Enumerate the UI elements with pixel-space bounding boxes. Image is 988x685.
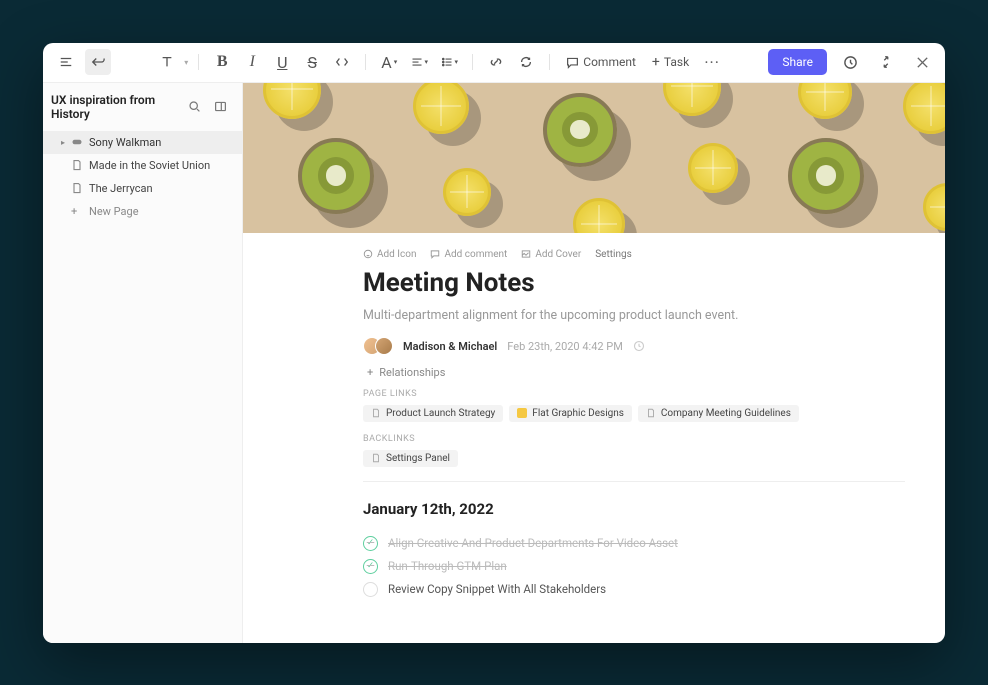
checkbox-empty-icon[interactable]	[363, 582, 378, 597]
sidebar: UX inspiration from History ▸ Sony Walkm…	[43, 83, 243, 643]
back-button[interactable]	[85, 49, 111, 75]
backlink-chip[interactable]: Settings Panel	[363, 450, 458, 467]
authors-name: Madison & Michael	[403, 340, 497, 353]
date-heading[interactable]: January 12th, 2022	[363, 500, 905, 518]
doc-icon	[371, 408, 381, 418]
sidebar-item-label: The Jerrycan	[89, 182, 153, 195]
code-button[interactable]	[329, 49, 355, 75]
refresh-button[interactable]	[513, 49, 539, 75]
panel-toggle-icon[interactable]	[210, 97, 230, 117]
more-button[interactable]: ···	[699, 49, 725, 75]
checkbox-checked-icon[interactable]: ✓	[363, 536, 378, 551]
sidebar-item-soviet[interactable]: Made in the Soviet Union	[43, 154, 242, 177]
share-button[interactable]: Share	[768, 49, 827, 75]
bold-button[interactable]: B	[209, 49, 235, 75]
app-window: ▾ B I U S A▾ ▾ ▾	[43, 43, 945, 643]
avatars	[363, 337, 393, 355]
sidebar-list: ▸ Sony Walkman Made in the Soviet Union …	[43, 131, 242, 643]
doc-icon	[71, 159, 83, 171]
toolbar: ▾ B I U S A▾ ▾ ▾	[43, 43, 945, 83]
sidebar-item-label: Sony Walkman	[89, 136, 161, 149]
sidebar-item-sony-walkman[interactable]: ▸ Sony Walkman	[43, 131, 242, 154]
strikethrough-button[interactable]: S	[299, 49, 325, 75]
task-row[interactable]: ✓ Align Creative And Product Departments…	[363, 532, 905, 555]
sidebar-header: UX inspiration from History	[43, 83, 242, 131]
color-chip-icon	[517, 408, 527, 418]
settings-action[interactable]: Settings	[595, 249, 632, 260]
underline-button[interactable]: U	[269, 49, 295, 75]
sidebar-item-label: Made in the Soviet Union	[89, 159, 210, 172]
collapse-icon[interactable]	[873, 49, 899, 75]
add-icon-action[interactable]: Add Icon	[363, 249, 416, 260]
plus-icon: +	[71, 205, 83, 218]
authors-row: Madison & Michael Feb 23th, 2020 4:42 PM	[363, 337, 905, 356]
search-icon[interactable]	[184, 97, 204, 117]
history-icon[interactable]	[837, 49, 863, 75]
sidebar-new-page[interactable]: + New Page	[43, 200, 242, 223]
doc-icon	[371, 453, 381, 463]
cover-image	[243, 83, 945, 233]
align-dropdown[interactable]: ▾	[406, 49, 432, 75]
checkbox-checked-icon[interactable]: ✓	[363, 559, 378, 574]
doc-actions: Add Icon Add comment Add Cover Settings	[363, 249, 905, 260]
avatar	[375, 337, 393, 355]
sidebar-item-label: New Page	[89, 205, 139, 218]
add-comment-action[interactable]: Add comment	[430, 249, 507, 260]
task-row[interactable]: ✓ Run-Through GTM Plan	[363, 555, 905, 578]
caret-icon: ▸	[61, 138, 65, 147]
doc-subtitle[interactable]: Multi-department alignment for the upcom…	[363, 308, 905, 323]
link-button[interactable]	[483, 49, 509, 75]
page-link-chip[interactable]: Flat Graphic Designs	[509, 405, 632, 422]
doc-icon	[71, 182, 83, 194]
comment-button[interactable]: Comment	[560, 51, 642, 73]
page-links-label: PAGE LINKS	[363, 389, 905, 399]
task-row[interactable]: Review Copy Snippet With All Stakeholder…	[363, 578, 905, 601]
page-link-chip[interactable]: Company Meeting Guidelines	[638, 405, 799, 422]
page-links: Product Launch Strategy Flat Graphic Des…	[363, 405, 905, 422]
close-button[interactable]	[909, 49, 935, 75]
menu-icon[interactable]	[53, 49, 79, 75]
page-link-chip[interactable]: Product Launch Strategy	[363, 405, 503, 422]
text-style-dropdown[interactable]	[154, 49, 180, 75]
text-color-dropdown[interactable]: A▾	[376, 49, 402, 75]
italic-button[interactable]: I	[239, 49, 265, 75]
divider	[363, 481, 905, 482]
sidebar-item-jerrycan[interactable]: The Jerrycan	[43, 177, 242, 200]
backlinks-label: BACKLINKS	[363, 434, 905, 444]
task-button[interactable]: + Task	[646, 51, 695, 73]
doc-icon	[646, 408, 656, 418]
sidebar-title: UX inspiration from History	[51, 93, 178, 121]
gamepad-icon	[71, 136, 83, 148]
plus-icon: +	[367, 366, 373, 379]
main-content: Add Icon Add comment Add Cover Settings …	[243, 83, 945, 643]
backlinks: Settings Panel	[363, 450, 905, 467]
doc-title[interactable]: Meeting Notes	[363, 268, 905, 298]
doc-date: Feb 23th, 2020 4:42 PM	[507, 340, 623, 353]
add-cover-action[interactable]: Add Cover	[521, 249, 581, 260]
clock-icon	[633, 337, 645, 356]
relationships-row[interactable]: + Relationships	[363, 366, 905, 379]
list-dropdown[interactable]: ▾	[436, 49, 462, 75]
